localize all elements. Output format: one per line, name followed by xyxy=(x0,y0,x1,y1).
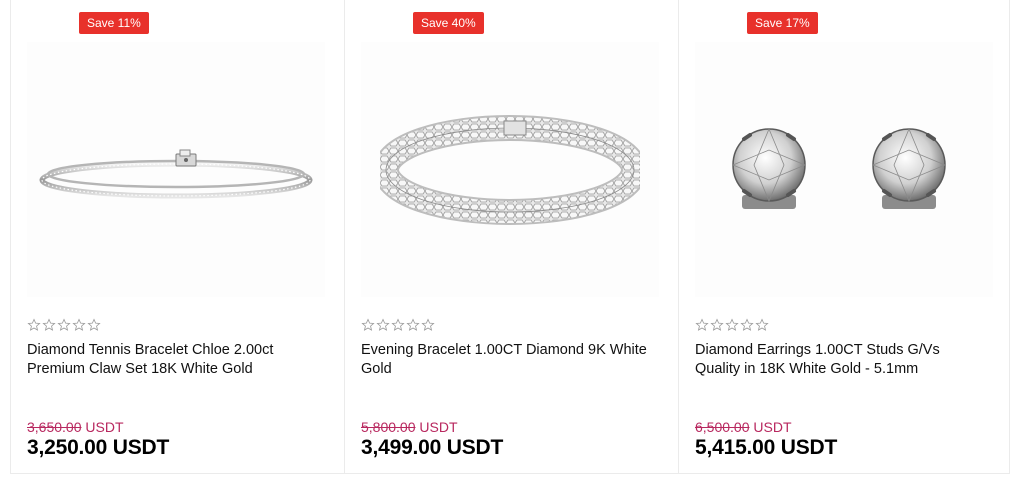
original-price-value: 5,800.00 xyxy=(361,419,416,435)
original-price: 5,800.00 USDT xyxy=(361,419,458,435)
original-price-unit: USDT xyxy=(419,419,458,435)
discount-badge: Save 11% xyxy=(79,12,149,34)
star-empty-icon xyxy=(406,318,420,331)
original-price-value: 3,650.00 xyxy=(27,419,82,435)
star-empty-icon xyxy=(421,318,435,331)
discount-badge: Save 17% xyxy=(747,12,818,34)
star-empty-icon xyxy=(27,318,41,331)
original-price: 3,650.00 USDT xyxy=(27,419,124,435)
original-price-unit: USDT xyxy=(85,419,124,435)
sale-price: 3,250.00 USDT xyxy=(27,436,170,459)
product-title[interactable]: Diamond Tennis Bracelet Chloe 2.00ct Pre… xyxy=(27,341,317,379)
star-empty-icon xyxy=(695,318,709,331)
product-image[interactable] xyxy=(27,42,325,297)
rating-stars xyxy=(27,318,101,332)
star-empty-icon xyxy=(391,318,405,331)
evening-bracelet-image xyxy=(380,114,640,225)
discount-badge: Save 40% xyxy=(413,12,484,34)
star-empty-icon xyxy=(755,318,769,331)
original-price-value: 6,500.00 xyxy=(695,419,750,435)
tennis-bracelet-image xyxy=(39,149,313,198)
original-price-unit: USDT xyxy=(753,419,792,435)
star-empty-icon xyxy=(376,318,390,331)
sale-price: 3,499.00 USDT xyxy=(361,436,504,459)
star-empty-icon xyxy=(710,318,724,331)
star-empty-icon xyxy=(72,318,86,331)
product-title[interactable]: Diamond Earrings 1.00CT Studs G/Vs Quali… xyxy=(695,341,985,379)
product-image[interactable] xyxy=(361,42,659,297)
product-card[interactable]: Save 40% Evening Bracelet 1.00CT Diamond… xyxy=(344,0,678,473)
stud-earrings-image xyxy=(731,127,947,209)
rating-stars xyxy=(695,318,769,332)
product-card[interactable]: Save 11% Diamond Tennis Bracelet Chloe 2… xyxy=(11,0,344,473)
product-grid: Save 11% Diamond Tennis Bracelet Chloe 2… xyxy=(10,0,1010,474)
star-empty-icon xyxy=(87,318,101,331)
rating-stars xyxy=(361,318,435,332)
star-empty-icon xyxy=(361,318,375,331)
star-empty-icon xyxy=(725,318,739,331)
star-empty-icon xyxy=(740,318,754,331)
star-empty-icon xyxy=(42,318,56,331)
original-price: 6,500.00 USDT xyxy=(695,419,792,435)
product-image[interactable] xyxy=(695,42,993,297)
product-card[interactable]: Save 17% Diamond Earrings 1.00CT Studs G… xyxy=(678,0,1009,473)
product-title[interactable]: Evening Bracelet 1.00CT Diamond 9K White… xyxy=(361,341,651,379)
star-empty-icon xyxy=(57,318,71,331)
sale-price: 5,415.00 USDT xyxy=(695,436,838,459)
